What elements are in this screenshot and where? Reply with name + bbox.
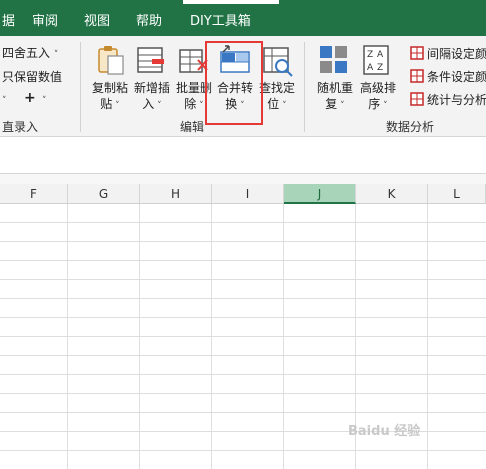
watermark-logo: Baidu 经验	[348, 424, 421, 439]
column-header-j[interactable]: J	[284, 184, 356, 204]
random-repeat-label-2: 复	[325, 97, 338, 111]
advanced-sort-label-2: 序	[368, 97, 381, 111]
formula-bar[interactable]	[0, 137, 486, 174]
svg-text:Z: Z	[367, 50, 373, 60]
insert-label-2: 入	[142, 97, 155, 111]
plus-dropdown[interactable]: ˅	[42, 92, 47, 106]
tab-data[interactable]: 据	[2, 10, 15, 29]
row-divider	[0, 393, 486, 394]
active-tab-indicator	[183, 0, 279, 4]
column-header-i[interactable]: I	[212, 184, 284, 204]
copy-paste-button[interactable]: 复制粘 贴 ˅	[88, 80, 132, 114]
group-label-analysis: 数据分析	[386, 120, 435, 134]
row-divider	[0, 279, 486, 280]
insert-table-icon	[137, 47, 164, 73]
svg-text:Z: Z	[377, 63, 383, 73]
chevron-down-icon: ˅	[112, 101, 120, 111]
insert-label-1: 新增插	[133, 81, 170, 95]
highlight-box	[205, 41, 263, 125]
chevron-down-icon: ˅	[2, 96, 7, 106]
tab-review[interactable]: 审阅	[32, 10, 58, 29]
row-divider	[0, 374, 486, 375]
menu-tab-bar: 据 审阅 视图 帮助 DIY工具箱	[0, 0, 486, 36]
tab-diy-toolbox[interactable]: DIY工具箱	[190, 10, 251, 29]
chevron-down-icon: ˅	[42, 96, 47, 106]
random-repeat-label-1: 随机重	[316, 81, 353, 95]
round-button[interactable]: 四舍五入 ˅	[2, 44, 58, 61]
svg-text:A: A	[377, 50, 384, 60]
svg-text:A: A	[367, 63, 374, 73]
row-divider	[0, 298, 486, 299]
statistics-icon	[410, 92, 424, 106]
advanced-sort-button[interactable]: 高级排 序 ˅	[355, 80, 401, 114]
row-divider	[0, 260, 486, 261]
chevron-down-icon: ˅	[279, 101, 287, 111]
copy-paste-label-1: 复制粘	[91, 81, 128, 95]
advanced-sort-icon: Z A A Z	[363, 45, 389, 75]
condition-color-icon	[410, 69, 424, 83]
tab-view[interactable]: 视图	[84, 10, 110, 29]
row-divider	[0, 336, 486, 337]
column-header-h[interactable]: H	[140, 184, 212, 204]
column-header-k[interactable]: K	[356, 184, 428, 204]
chevron-down-icon: ˅	[196, 101, 204, 111]
sheet-spacer	[0, 174, 486, 184]
row-divider	[0, 241, 486, 242]
batch-delete-label-2: 除	[184, 97, 197, 111]
round-label: 四舍五入	[2, 46, 51, 60]
interval-color-icon	[410, 46, 424, 60]
interval-color-button[interactable]: 间隔设定颜	[427, 45, 486, 62]
random-repeat-icon	[320, 46, 347, 73]
insert-button[interactable]: 新增插 入 ˅	[130, 80, 174, 114]
column-header-f[interactable]: F	[0, 184, 68, 204]
advanced-sort-label-1: 高级排	[359, 81, 396, 95]
row-divider	[0, 450, 486, 451]
column-header-l[interactable]: L	[428, 184, 486, 204]
chevron-down-icon: ˅	[337, 101, 345, 111]
chevron-down-icon: ˅	[154, 101, 162, 111]
random-repeat-button[interactable]: 随机重 复 ˅	[311, 80, 359, 114]
keep-values-button[interactable]: 只保留数值	[2, 68, 62, 85]
chevron-down-icon: ˅	[380, 101, 388, 111]
row-divider	[0, 317, 486, 318]
row-divider	[0, 355, 486, 356]
row-divider	[0, 412, 486, 413]
dropdown-caret-1[interactable]: ˅	[2, 92, 7, 106]
batch-delete-icon	[179, 49, 208, 73]
find-locate-label-2: 位	[267, 97, 280, 111]
group-separator	[304, 42, 305, 132]
copy-paste-label-2: 贴	[100, 97, 113, 111]
find-locate-icon	[263, 47, 293, 77]
row-divider	[0, 222, 486, 223]
plus-button[interactable]: +	[24, 90, 36, 106]
column-header-g[interactable]: G	[68, 184, 140, 204]
group-label-edit: 编辑	[180, 120, 205, 134]
group-label-entry: 直录入	[2, 120, 39, 134]
tab-help[interactable]: 帮助	[136, 10, 162, 29]
statistics-button[interactable]: 统计与分析	[427, 91, 486, 108]
paste-icon	[98, 46, 124, 75]
group-separator	[80, 42, 81, 132]
chevron-down-icon: ˅	[53, 50, 59, 60]
condition-color-button[interactable]: 条件设定颜	[427, 68, 486, 85]
